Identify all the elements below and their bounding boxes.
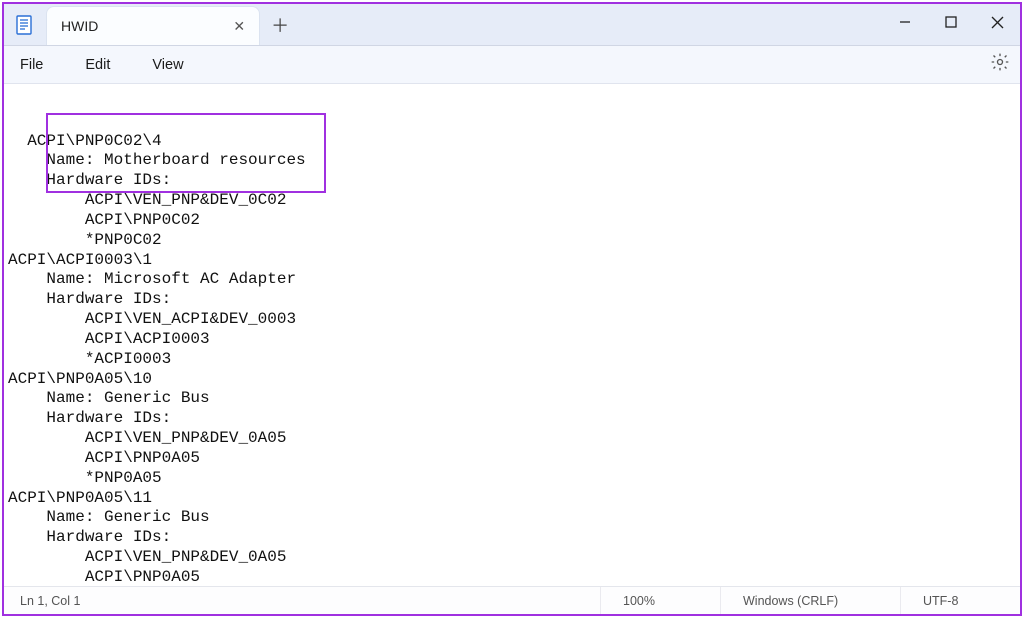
close-tab-icon[interactable]: ✕ [233,18,245,35]
text-editor[interactable]: ACPI\PNP0C02\4 Name: Motherboard resourc… [4,84,1020,586]
tab-title: HWID [61,18,98,34]
menu-edit[interactable]: Edit [79,53,116,77]
notepad-window: HWID ✕ ＋ File Edit View ACPI\P [2,2,1022,616]
window-controls [882,4,1020,40]
status-line-ending[interactable]: Windows (CRLF) [720,587,900,614]
close-window-button[interactable] [974,4,1020,40]
new-tab-button[interactable]: ＋ [260,4,300,45]
status-position: Ln 1, Col 1 [4,594,600,608]
status-zoom[interactable]: 100% [600,587,720,614]
highlight-annotation [46,113,326,193]
status-encoding[interactable]: UTF-8 [900,587,1020,614]
maximize-button[interactable] [928,4,974,40]
menubar: File Edit View [4,46,1020,84]
menu-view[interactable]: View [146,53,189,77]
statusbar: Ln 1, Col 1 100% Windows (CRLF) UTF-8 [4,586,1020,614]
minimize-button[interactable] [882,4,928,40]
document-tab[interactable]: HWID ✕ [46,6,260,45]
menu-file[interactable]: File [14,53,49,77]
app-icon [4,4,46,45]
titlebar: HWID ✕ ＋ [4,4,1020,46]
settings-button[interactable] [990,52,1010,76]
